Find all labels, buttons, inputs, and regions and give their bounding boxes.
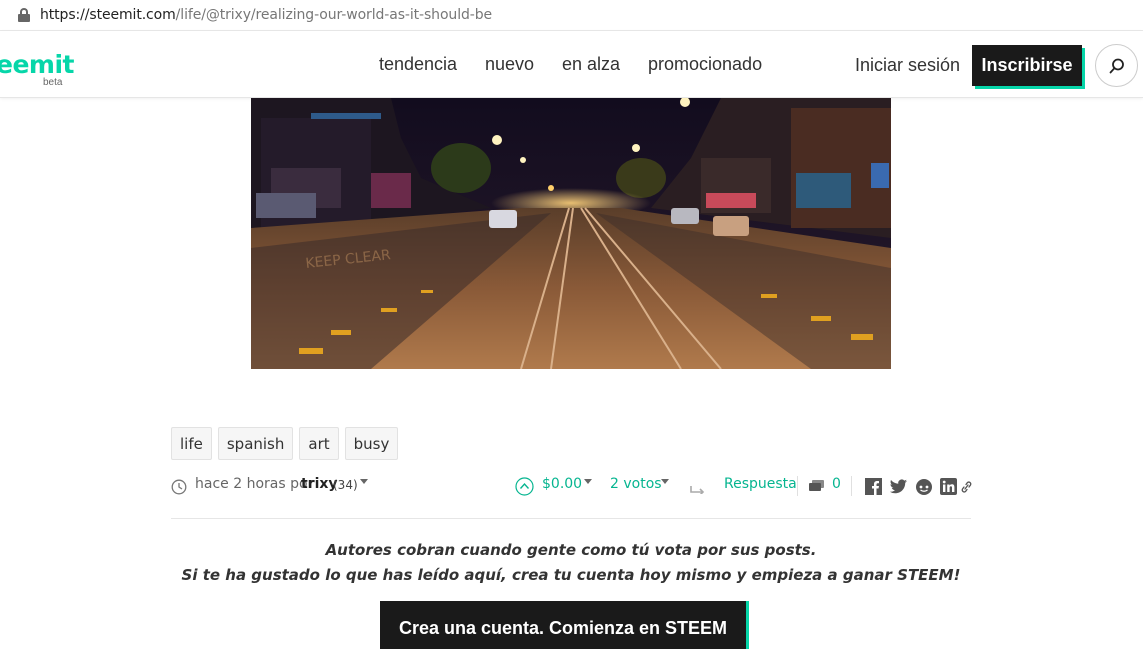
create-account-button[interactable]: Crea una cuenta. Comienza en STEEM xyxy=(380,601,746,649)
author-menu-caret-icon[interactable] xyxy=(360,479,368,484)
comments-count[interactable]: 0 xyxy=(832,476,841,492)
site-header: eemit beta tendencia nuevo en alza promo… xyxy=(0,31,1143,98)
post-meta-row: hace 2 horas por trixy (34) $0.00 2 voto… xyxy=(171,476,973,498)
meta-divider-2 xyxy=(851,476,852,496)
tag-life[interactable]: life xyxy=(171,427,212,460)
post-hero-image: KEEP CLEAR xyxy=(251,98,891,369)
votes-caret-icon[interactable] xyxy=(661,479,669,484)
post-time[interactable]: hace 2 horas por xyxy=(195,476,313,492)
nav-promocionado[interactable]: promocionado xyxy=(648,54,762,75)
post-tags: life spanish art busy xyxy=(171,427,399,460)
signup-button[interactable]: Inscribirse xyxy=(972,45,1082,86)
logo-beta-badge: beta xyxy=(43,77,63,88)
reply-link[interactable]: Respuesta xyxy=(724,476,797,492)
search-icon xyxy=(1109,58,1124,73)
meta-separator xyxy=(171,518,971,519)
promo-line-1: Autores cobran cuando gente como tú vota… xyxy=(325,541,817,559)
meta-divider xyxy=(797,476,798,496)
payout-caret-icon[interactable] xyxy=(584,479,592,484)
author-reputation: (34) xyxy=(333,478,358,492)
twitter-icon[interactable] xyxy=(889,478,908,495)
comments-icon[interactable] xyxy=(808,479,825,494)
url-text[interactable]: https://steemit.com/life/@trixy/realizin… xyxy=(40,7,492,23)
reddit-icon[interactable] xyxy=(915,478,933,495)
link-icon[interactable] xyxy=(960,480,973,494)
nav-tendencia[interactable]: tendencia xyxy=(379,54,457,75)
nav-nuevo[interactable]: nuevo xyxy=(485,54,534,75)
tag-spanish[interactable]: spanish xyxy=(217,427,294,460)
signup-promo-text: Autores cobran cuando gente como tú vota… xyxy=(171,538,971,588)
search-button[interactable] xyxy=(1095,44,1138,87)
post-votes[interactable]: 2 votos xyxy=(610,476,662,492)
promo-line-2: Si te ha gustado lo que has leído aquí, … xyxy=(181,566,961,584)
tag-art[interactable]: art xyxy=(299,427,339,460)
steemit-logo[interactable]: eemit xyxy=(0,50,74,79)
url-path: /life/@trixy/realizing-our-world-as-it-s… xyxy=(175,7,493,23)
post-payout[interactable]: $0.00 xyxy=(542,476,582,492)
facebook-icon[interactable] xyxy=(865,478,882,495)
nav-en-alza[interactable]: en alza xyxy=(562,54,620,75)
browser-url-bar[interactable]: https://steemit.com/life/@trixy/realizin… xyxy=(0,0,1143,31)
linkedin-icon[interactable] xyxy=(940,478,957,495)
login-link[interactable]: Iniciar sesión xyxy=(855,55,960,76)
tag-busy[interactable]: busy xyxy=(344,427,399,460)
url-host: https://steemit.com xyxy=(40,7,176,23)
lock-icon xyxy=(18,8,30,22)
upvote-icon[interactable] xyxy=(515,477,534,496)
clock-icon xyxy=(171,479,187,495)
reblog-icon[interactable] xyxy=(690,480,706,494)
